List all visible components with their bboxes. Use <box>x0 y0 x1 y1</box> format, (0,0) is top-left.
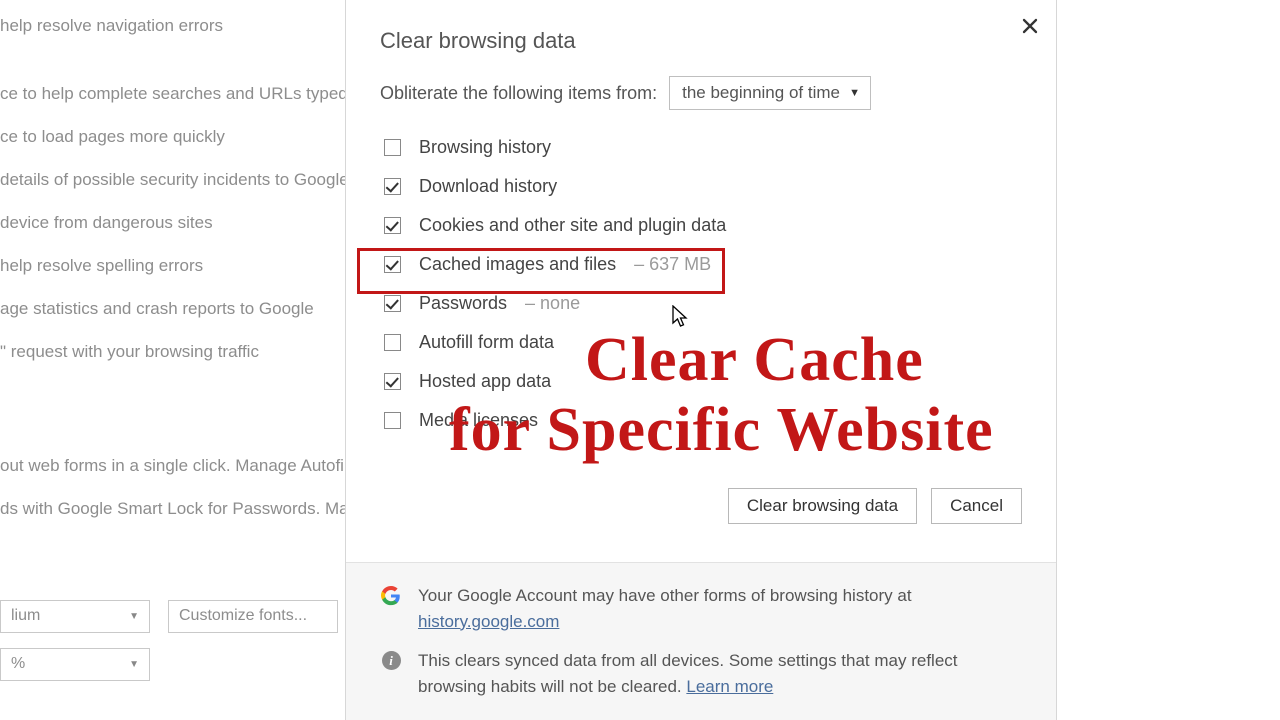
clear-option-row: Browsing history <box>380 128 1022 167</box>
background-text-fragment: help resolve spelling errors <box>0 255 203 277</box>
clear-browsing-data-dialog: Clear browsing data Obliterate the follo… <box>345 0 1057 720</box>
history-google-link[interactable]: history.google.com <box>418 612 559 631</box>
background-text-fragment: help resolve navigation errors <box>0 15 223 37</box>
chevron-down-icon: ▼ <box>129 658 139 671</box>
info-icon: i <box>380 651 402 670</box>
google-history-note: Your Google Account may have other forms… <box>418 583 912 634</box>
clear-browsing-data-button[interactable]: Clear browsing data <box>728 488 917 524</box>
clear-option-label: Hosted app data <box>419 371 551 392</box>
background-text-fragment: out web forms in a single click. Manage … <box>0 455 344 477</box>
page-zoom-value: % <box>11 654 25 675</box>
clear-option-suffix: – none <box>525 293 580 314</box>
background-text-fragment: age statistics and crash reports to Goog… <box>0 298 314 320</box>
background-text-fragment: details of possible security incidents t… <box>0 169 349 191</box>
checkbox-autofill-form-data[interactable] <box>384 334 401 351</box>
clear-option-row: Cached images and files – 637 MB <box>380 245 1022 284</box>
checkbox-hosted-app-data[interactable] <box>384 373 401 390</box>
clear-option-label: Browsing history <box>419 137 551 158</box>
clear-options-list: Browsing history Download history Cookies … <box>380 128 1022 440</box>
clear-option-label: Media licenses <box>419 410 538 431</box>
obliterate-label: Obliterate the following items from: <box>380 83 657 104</box>
clear-option-row: Media licenses <box>380 401 1022 440</box>
background-text-fragment: ce to help complete searches and URLs ty… <box>0 83 348 105</box>
close-icon <box>1022 18 1038 34</box>
font-size-dropdown[interactable]: lium ▼ <box>0 600 150 633</box>
customize-fonts-button[interactable]: Customize fonts... <box>168 600 338 633</box>
cancel-button[interactable]: Cancel <box>931 488 1022 524</box>
checkbox-cached-images-and-files[interactable] <box>384 256 401 273</box>
background-text-fragment: " request with your browsing traffic <box>0 341 259 363</box>
checkbox-media-licenses[interactable] <box>384 412 401 429</box>
google-logo-icon <box>380 586 402 606</box>
clear-option-label: Download history <box>419 176 557 197</box>
dialog-footer: Your Google Account may have other forms… <box>346 562 1056 720</box>
time-range-value: the beginning of time <box>682 83 840 103</box>
close-button[interactable] <box>1022 14 1038 40</box>
chevron-down-icon: ▼ <box>849 87 860 99</box>
time-range-select[interactable]: the beginning of time ▼ <box>669 76 871 110</box>
chevron-down-icon: ▼ <box>129 610 139 623</box>
checkbox-download-history[interactable] <box>384 178 401 195</box>
clear-option-row: Hosted app data <box>380 362 1022 401</box>
background-text-fragment: ds with Google Smart Lock for Passwords.… <box>0 498 349 520</box>
clear-option-row: Autofill form data <box>380 323 1022 362</box>
clear-option-label: Cookies and other site and plugin data <box>419 215 726 236</box>
font-size-value: lium <box>11 606 40 627</box>
learn-more-link[interactable]: Learn more <box>686 677 773 696</box>
checkbox-cookies-and-other-site-and-plugin-data[interactable] <box>384 217 401 234</box>
clear-option-row: Download history <box>380 167 1022 206</box>
clear-option-suffix: – 637 MB <box>634 254 711 275</box>
checkbox-browsing-history[interactable] <box>384 139 401 156</box>
sync-clear-note: This clears synced data from all devices… <box>418 648 1022 699</box>
clear-option-label: Autofill form data <box>419 332 554 353</box>
clear-option-row: Passwords – none <box>380 284 1022 323</box>
background-text-fragment: ce to load pages more quickly <box>0 126 225 148</box>
dialog-title: Clear browsing data <box>380 28 1022 54</box>
background-text-fragment: device from dangerous sites <box>0 212 213 234</box>
clear-option-row: Cookies and other site and plugin data <box>380 206 1022 245</box>
clear-option-label: Passwords <box>419 293 507 314</box>
customize-fonts-label: Customize fonts... <box>179 606 307 627</box>
page-zoom-dropdown[interactable]: %▼ <box>0 648 150 681</box>
background-settings-page: help resolve navigation errors ce to help… <box>0 0 345 720</box>
clear-option-label: Cached images and files <box>419 254 616 275</box>
checkbox-passwords[interactable] <box>384 295 401 312</box>
